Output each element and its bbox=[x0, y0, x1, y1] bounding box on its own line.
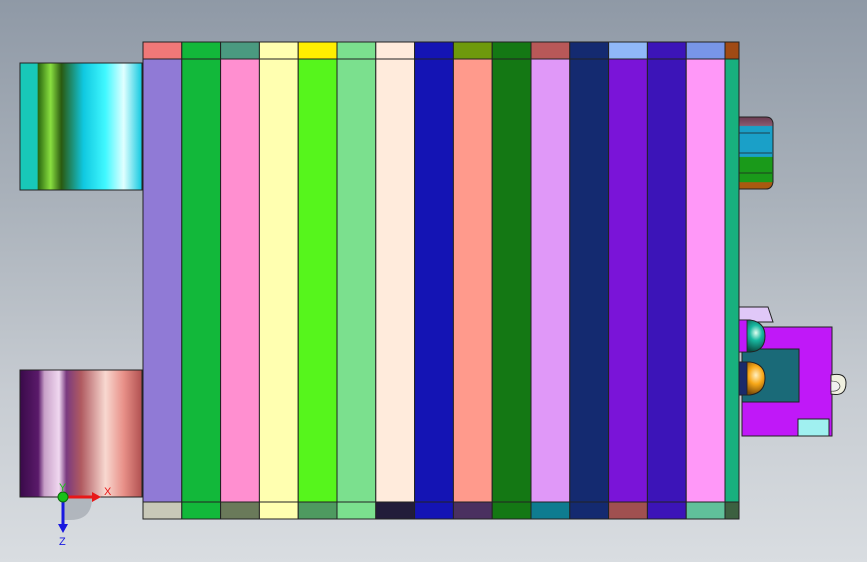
col-4-cap-top[interactable] bbox=[258, 41, 299, 60]
col-4[interactable] bbox=[258, 41, 299, 520]
col-3-body[interactable] bbox=[220, 58, 260, 503]
col-6[interactable] bbox=[336, 41, 377, 520]
col-4-body[interactable] bbox=[258, 58, 299, 503]
col-14[interactable] bbox=[646, 41, 687, 520]
col-7-cap-bottom[interactable] bbox=[375, 501, 416, 520]
col-11-cap-top[interactable] bbox=[530, 41, 571, 60]
col-6-body[interactable] bbox=[336, 58, 377, 503]
col-12-cap-bottom[interactable] bbox=[569, 501, 610, 520]
col-8-body[interactable] bbox=[414, 58, 454, 503]
col-15-cap-bottom[interactable] bbox=[685, 501, 726, 520]
left-block-bottom[interactable] bbox=[19, 369, 143, 498]
col-4-cap-bottom[interactable] bbox=[258, 501, 299, 520]
col-8-cap-bottom[interactable] bbox=[414, 501, 454, 520]
svg-text:X: X bbox=[104, 486, 112, 498]
col-13-cap-top[interactable] bbox=[608, 41, 648, 60]
col-9[interactable] bbox=[452, 41, 493, 520]
col-2-body[interactable] bbox=[181, 58, 222, 503]
col-7-cap-top[interactable] bbox=[375, 41, 416, 60]
col-1[interactable] bbox=[142, 41, 183, 520]
col-2-cap-top[interactable] bbox=[181, 41, 222, 60]
col-7[interactable] bbox=[375, 41, 416, 520]
col-6-cap-bottom[interactable] bbox=[336, 501, 377, 520]
svg-text:Z: Z bbox=[59, 536, 66, 548]
col-8-cap-top[interactable] bbox=[414, 41, 454, 60]
svg-text:Y: Y bbox=[59, 482, 67, 494]
col-2[interactable] bbox=[181, 41, 222, 520]
col-9-body[interactable] bbox=[452, 58, 493, 503]
col-14-body[interactable] bbox=[646, 58, 687, 503]
col-14-cap-bottom[interactable] bbox=[646, 501, 687, 520]
col-14-cap-top[interactable] bbox=[646, 41, 687, 60]
col-13-cap-bottom[interactable] bbox=[608, 501, 648, 520]
col-12-cap-top[interactable] bbox=[569, 41, 610, 60]
col-13[interactable] bbox=[608, 41, 648, 520]
col-10-cap-bottom[interactable] bbox=[491, 501, 532, 520]
col-1-cap-top[interactable] bbox=[142, 41, 183, 60]
col-11-cap-bottom[interactable] bbox=[530, 501, 571, 520]
col-2-cap-bottom[interactable] bbox=[181, 501, 222, 520]
col-10-body[interactable] bbox=[491, 58, 532, 503]
column-stack[interactable] bbox=[142, 41, 726, 520]
col-1-body[interactable] bbox=[142, 58, 183, 503]
col-9-cap-bottom[interactable] bbox=[452, 501, 493, 520]
col-15[interactable] bbox=[685, 41, 726, 520]
col-5-cap-bottom[interactable] bbox=[297, 501, 338, 520]
col-6-cap-top[interactable] bbox=[336, 41, 377, 60]
left-block-top[interactable] bbox=[19, 62, 143, 191]
col-15-cap-top[interactable] bbox=[685, 41, 726, 60]
col-11[interactable] bbox=[530, 41, 571, 520]
col-5[interactable] bbox=[297, 41, 338, 520]
col-11-body[interactable] bbox=[530, 58, 571, 503]
col-5-body[interactable] bbox=[297, 58, 338, 503]
col-1-cap-bottom[interactable] bbox=[142, 501, 183, 520]
col-15-body[interactable] bbox=[685, 58, 726, 503]
col-12[interactable] bbox=[569, 41, 610, 520]
col-10[interactable] bbox=[491, 41, 532, 520]
cad-viewport[interactable]: X Y Z bbox=[0, 0, 867, 562]
model-view[interactable]: X Y Z bbox=[0, 0, 867, 562]
col-9-cap-top[interactable] bbox=[452, 41, 493, 60]
col-7-body[interactable] bbox=[375, 58, 416, 503]
right-assembly[interactable] bbox=[738, 306, 847, 437]
col-5-cap-top[interactable] bbox=[297, 41, 338, 60]
end-plate[interactable] bbox=[724, 41, 740, 520]
col-3[interactable] bbox=[220, 41, 260, 520]
right-stack[interactable] bbox=[738, 116, 774, 190]
col-8[interactable] bbox=[414, 41, 454, 520]
col-3-cap-bottom[interactable] bbox=[220, 501, 260, 520]
col-12-body[interactable] bbox=[569, 58, 610, 503]
col-3-cap-top[interactable] bbox=[220, 41, 260, 60]
col-13-body[interactable] bbox=[608, 58, 648, 503]
col-10-cap-top[interactable] bbox=[491, 41, 532, 60]
